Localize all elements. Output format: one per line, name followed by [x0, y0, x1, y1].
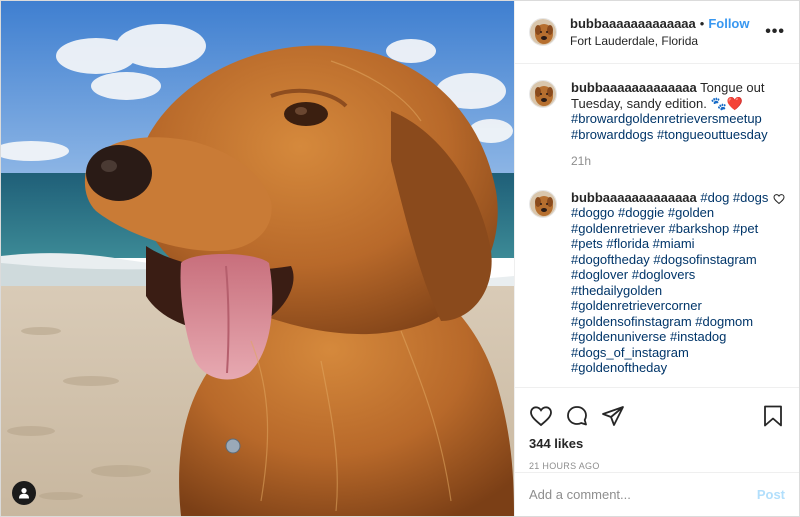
golden-retriever-beach-image	[1, 1, 514, 516]
caption-comment: bubbaaaaaaaaaaaaa Tongue out Tuesday, sa…	[529, 80, 785, 170]
hashtag-comment: bubbaaaaaaaaaaaaa #dog #dogs #doggo #dog…	[529, 189, 785, 376]
dog-avatar-icon	[530, 19, 556, 45]
comment-body: bubbaaaaaaaaaaaaa Tongue out Tuesday, sa…	[571, 80, 771, 170]
comment-username[interactable]: bubbaaaaaaaaaaaaa	[571, 80, 697, 95]
share-button[interactable]	[601, 404, 625, 428]
header-text: bubbaaaaaaaaaaaaa • Follow Fort Lauderda…	[570, 16, 750, 49]
post-photo[interactable]	[1, 1, 514, 516]
post-header: bubbaaaaaaaaaaaaa • Follow Fort Lauderda…	[515, 1, 799, 64]
action-bar	[529, 396, 785, 436]
avatar[interactable]	[529, 189, 557, 218]
heart-outline-icon	[773, 193, 785, 204]
avatar[interactable]	[529, 80, 557, 108]
like-comment-button[interactable]	[773, 192, 785, 210]
comment-username[interactable]: bubbaaaaaaaaaaaaa	[571, 190, 697, 205]
dog-avatar-icon	[530, 190, 556, 217]
user-tag-icon	[19, 488, 29, 499]
more-options-button[interactable]: •••	[765, 23, 785, 41]
comment-composer: Post	[515, 472, 799, 516]
instagram-post: bubbaaaaaaaaaaaaa • Follow Fort Lauderda…	[0, 0, 800, 517]
tag-button[interactable]	[12, 481, 36, 505]
follow-button[interactable]: Follow	[708, 16, 749, 32]
avatar[interactable]	[529, 18, 557, 46]
actions-section: 344 likes 21 HOURS AGO	[515, 387, 799, 472]
comment-button[interactable]	[565, 404, 589, 428]
separator-dot: •	[699, 15, 705, 31]
comment-input[interactable]	[529, 487, 757, 502]
heart-icon	[530, 406, 552, 427]
like-button[interactable]	[529, 404, 553, 428]
comments-list: bubbaaaaaaaaaaaaa Tongue out Tuesday, sa…	[515, 64, 799, 387]
post-timestamp[interactable]: 21 HOURS AGO	[529, 461, 785, 471]
dog-avatar-icon	[530, 81, 556, 107]
comment-icon	[567, 406, 587, 426]
likes-count[interactable]: 344 likes	[529, 436, 785, 451]
comment-hashtags[interactable]: #browardgoldenretrieversmeetup #browardd…	[571, 111, 768, 142]
post-comment-button[interactable]: Post	[757, 487, 785, 502]
save-button[interactable]	[761, 404, 785, 428]
comment-hashtags[interactable]: #dog #dogs #doggo #doggie #golden #golde…	[571, 190, 768, 376]
author-username[interactable]: bubbaaaaaaaaaaaaa	[570, 16, 696, 32]
bookmark-icon	[764, 405, 782, 427]
comment-timestamp[interactable]: 21h	[571, 154, 771, 170]
location-link[interactable]: Fort Lauderdale, Florida	[570, 33, 750, 49]
comment-body: bubbaaaaaaaaaaaaa #dog #dogs #doggo #dog…	[571, 190, 771, 376]
post-sidebar: bubbaaaaaaaaaaaaa • Follow Fort Lauderda…	[514, 1, 799, 516]
share-icon	[602, 406, 624, 426]
